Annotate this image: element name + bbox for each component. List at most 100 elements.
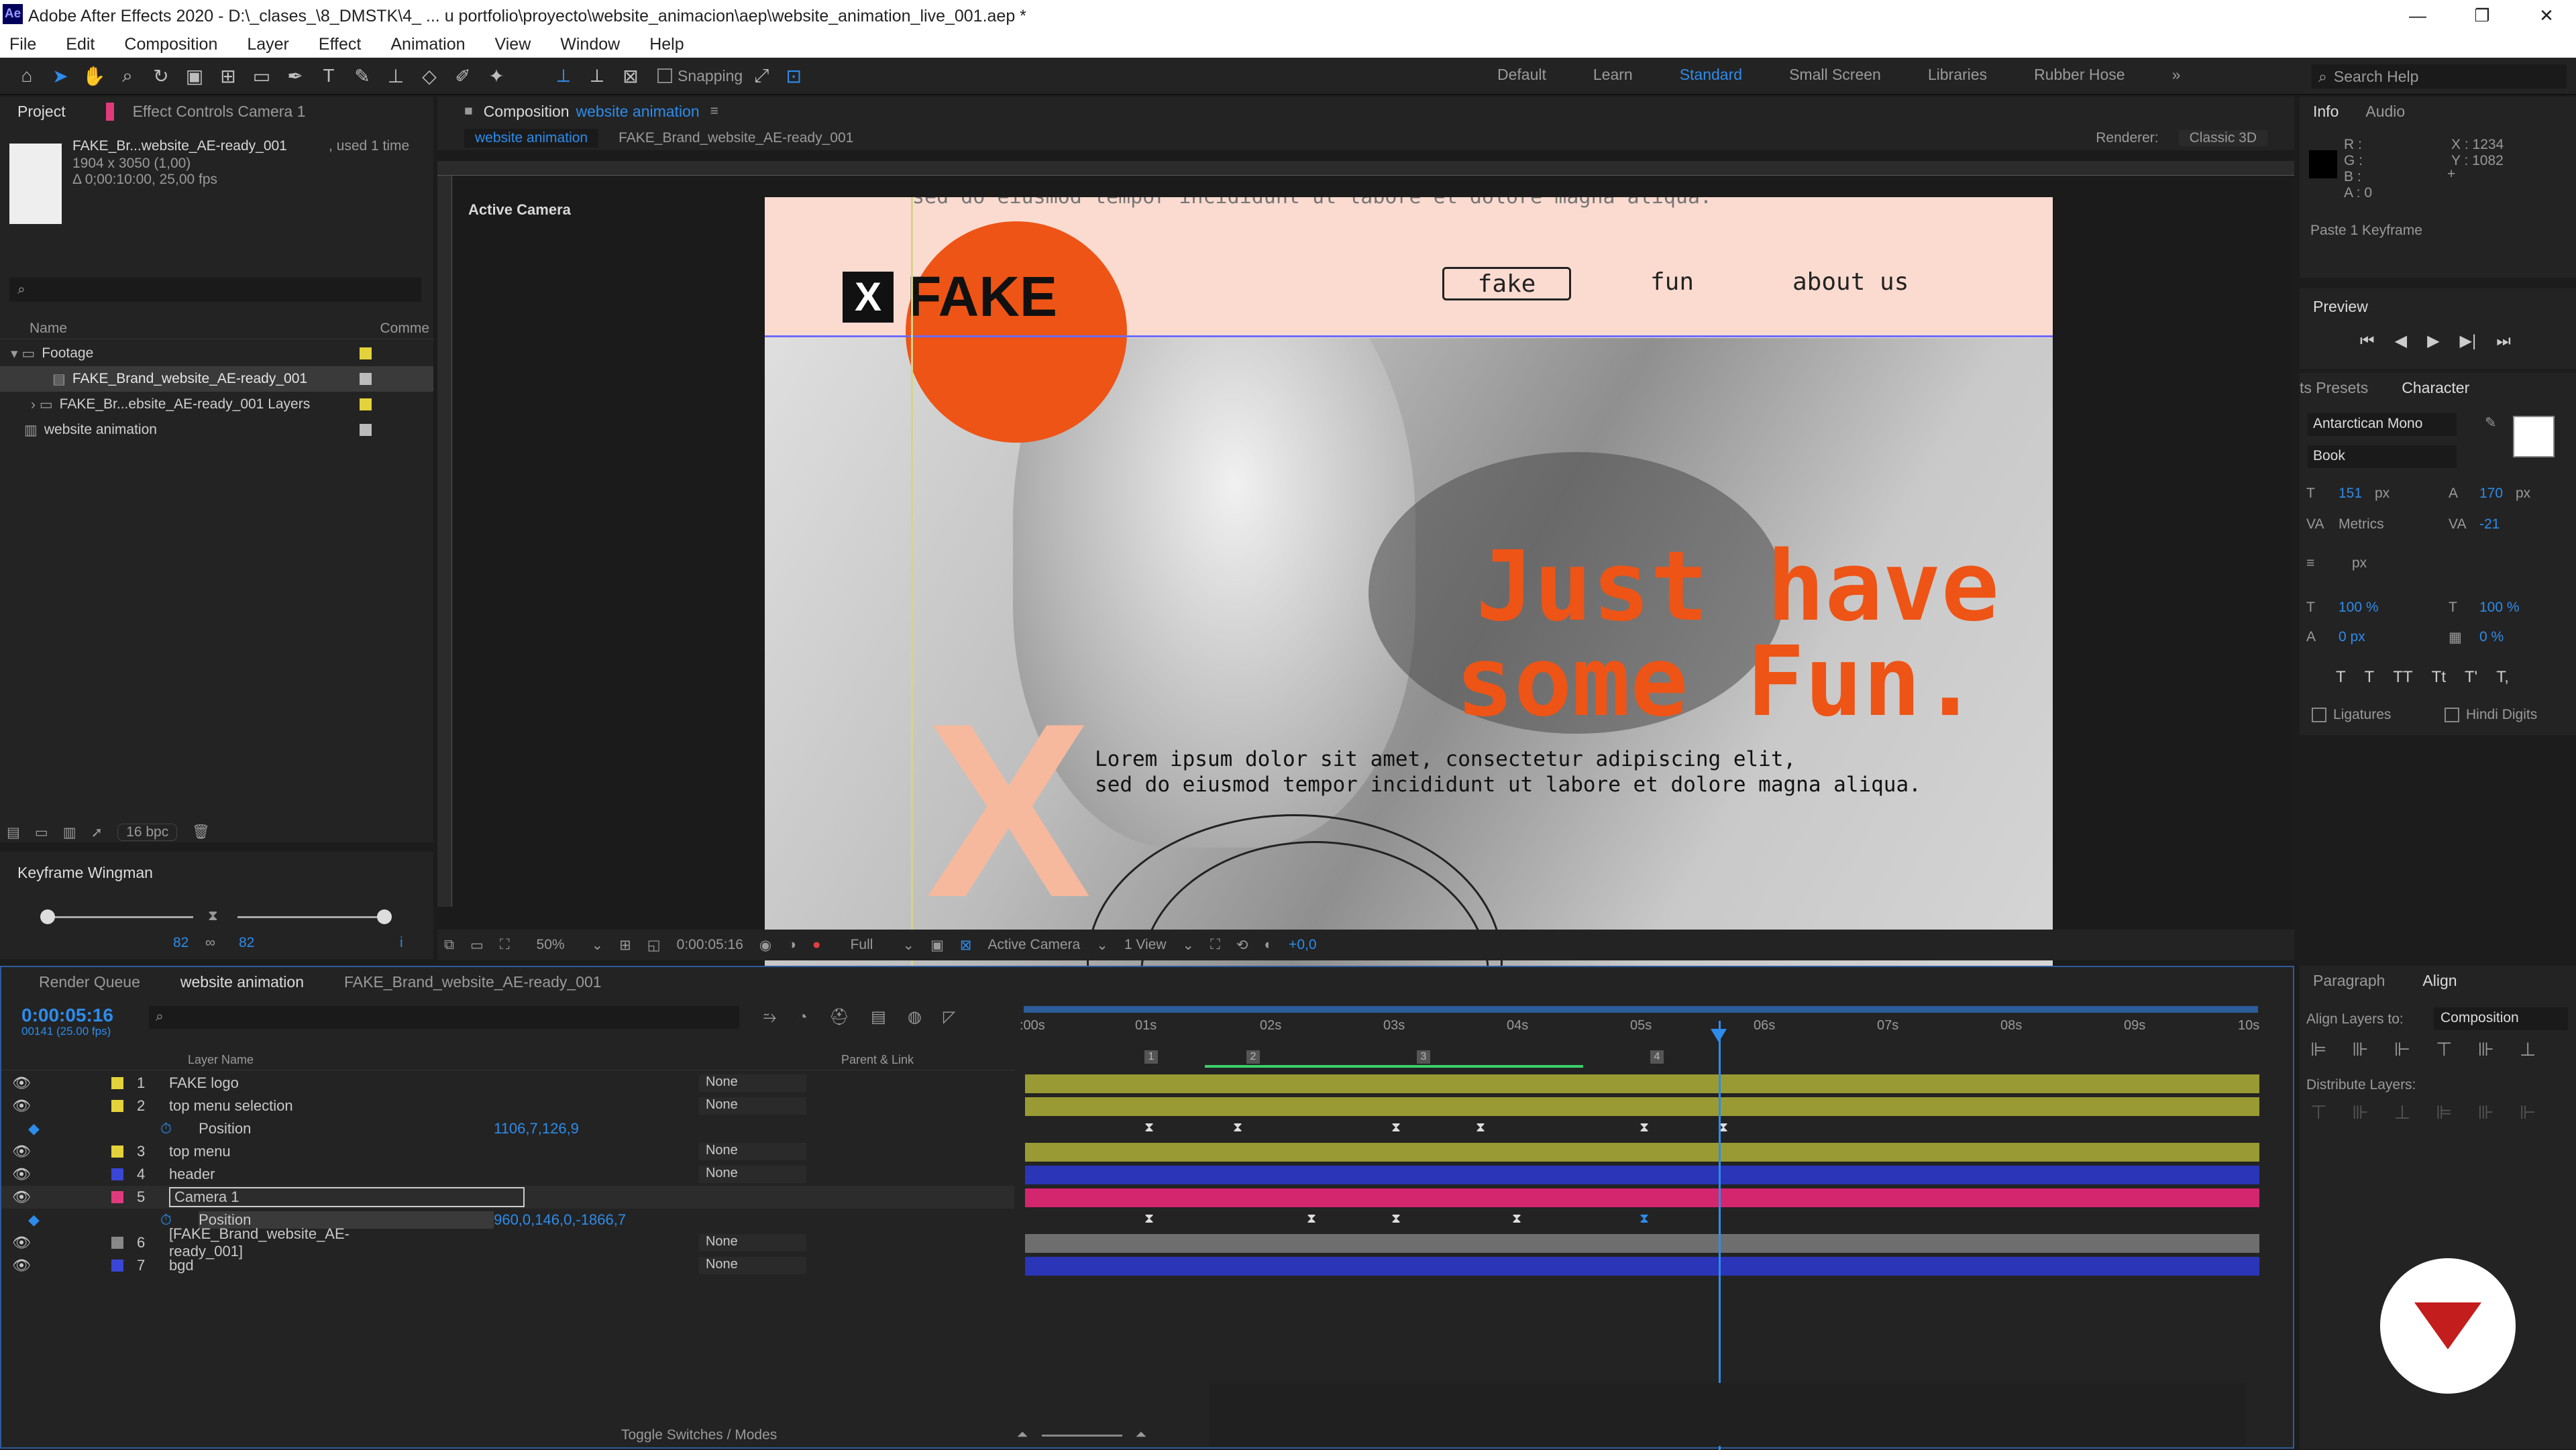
eye-icon[interactable]: 👁 [12, 1074, 31, 1092]
workspace-default[interactable]: Default [1497, 66, 1546, 84]
eye-icon[interactable]: 👁 [12, 1234, 31, 1251]
list-item[interactable]: ▤ FAKE_Brand_website_AE-ready_001 [0, 366, 433, 392]
label-color[interactable] [111, 1168, 123, 1180]
info-icon[interactable]: i [400, 935, 403, 951]
table-row[interactable]: 👁 3 top menu None [1, 1140, 1014, 1163]
eye-icon[interactable]: 👁 [12, 1188, 31, 1206]
camera-select[interactable]: Active Camera [988, 937, 1081, 953]
monitor-icon[interactable]: ▭ [470, 937, 484, 954]
time-ruler[interactable]: :00s 01s 02s 03s 04s 05s 06s 07s 08s 09s… [1017, 1002, 2271, 1076]
parent-select[interactable]: None [698, 1143, 806, 1160]
font-family-select[interactable]: Antarctican Mono [2308, 413, 2457, 436]
fill-color-swatch[interactable] [2513, 416, 2555, 457]
frame-blending-icon[interactable]: ▤ [871, 1007, 886, 1027]
column-parent[interactable]: Parent & Link [841, 1053, 914, 1067]
mask-icon[interactable]: ⛶ [500, 937, 510, 953]
motion-blur-icon[interactable]: ◍ [908, 1007, 922, 1027]
exposure-value[interactable]: +0,0 [1289, 937, 1316, 953]
menu-animation[interactable]: Animation [390, 35, 465, 54]
layer-bar[interactable] [1025, 1166, 2259, 1184]
zoom-in-icon[interactable]: ⏶ [1136, 1427, 1147, 1443]
marker[interactable]: 3 [1417, 1050, 1430, 1064]
resolution-select[interactable]: Full [837, 937, 887, 953]
distribute-vcenter-icon[interactable]: ⊪ [2352, 1101, 2368, 1123]
show-snapshot-icon[interactable]: ◑ [788, 937, 796, 953]
all-caps-button[interactable]: TT [2393, 668, 2412, 687]
axis-view-icon[interactable]: ⊠ [617, 62, 644, 89]
chevron-down-icon[interactable]: ⌄ [1183, 937, 1195, 954]
kerning-value[interactable]: Metrics [2339, 516, 2384, 533]
eyedropper-icon[interactable]: ✎ [2485, 414, 2497, 431]
roto-brush-tool-icon[interactable]: ✐ [449, 62, 476, 89]
project-search-input[interactable]: ⌕ [9, 278, 421, 302]
toggle-pixel-icon[interactable]: ⛶ [1210, 937, 1220, 953]
nav-fun[interactable]: fun [1650, 268, 1694, 296]
table-row[interactable]: ◆ ⏱ Position 960,0,146,0,-1866,7 [1, 1209, 1014, 1231]
align-right-icon[interactable]: ⊩ [2394, 1038, 2410, 1060]
tab-presets[interactable]: ts Presets [2300, 379, 2368, 397]
parent-select[interactable]: None [698, 1257, 806, 1274]
clone-stamp-tool-icon[interactable]: ⊥ [382, 62, 409, 89]
shy-layers-icon[interactable]: ⛑ [829, 1007, 849, 1027]
nav-about-us[interactable]: about us [1792, 268, 1909, 296]
grid-icon[interactable]: ⊞ [619, 937, 631, 954]
tab-paragraph[interactable]: Paragraph [2313, 972, 2385, 990]
menu-layer[interactable]: Layer [247, 35, 289, 54]
menu-effect[interactable]: Effect [319, 35, 361, 54]
faux-bold-button[interactable]: T [2336, 668, 2346, 687]
playhead-handle[interactable] [1711, 1029, 1727, 1042]
composition-viewer[interactable]: sed do eiusmod tempor incididunt ut labo… [765, 197, 2053, 1019]
keyframe-icon[interactable]: ⧗ [1307, 1211, 1316, 1227]
layer-name[interactable]: top menu [169, 1143, 384, 1160]
snap-options-icon[interactable]: ⊡ [780, 62, 807, 89]
tab-effect-controls[interactable]: Effect Controls Camera 1 [105, 102, 305, 121]
layer-name[interactable]: bgd [169, 1257, 384, 1274]
tab-info[interactable]: Info [2313, 103, 2339, 121]
align-bottom-icon[interactable]: ⊥ [2520, 1038, 2536, 1060]
wingman-slider-right[interactable] [237, 916, 384, 918]
tracking-value[interactable]: -21 [2479, 516, 2500, 533]
align-top-icon[interactable]: ⊤ [2436, 1038, 2452, 1060]
label-color[interactable] [111, 1100, 123, 1112]
always-preview-icon[interactable]: ⧉ [444, 937, 454, 953]
table-row[interactable]: ◆ ⏱ Position 1106,7,126,9 [1, 1117, 1014, 1140]
timeline-zoom-slider[interactable] [1041, 1434, 1122, 1437]
workspace-standard[interactable]: Standard [1680, 66, 1742, 84]
slider-handle[interactable] [40, 909, 55, 924]
subscript-button[interactable]: T, [2496, 668, 2509, 687]
layer-bar[interactable] [1025, 1188, 2259, 1207]
vertical-scale-value[interactable]: 100 % [2339, 600, 2379, 616]
last-frame-icon[interactable]: ⏭ [2496, 332, 2511, 351]
close-button[interactable]: ✕ [2517, 0, 2576, 31]
eye-icon[interactable]: 👁 [12, 1166, 31, 1183]
marker[interactable]: 4 [1650, 1050, 1664, 1064]
pen-tool-icon[interactable]: ✒ [282, 62, 309, 89]
workspace-overflow-icon[interactable]: » [2172, 66, 2181, 84]
parent-select[interactable]: None [698, 1074, 806, 1092]
type-tool-icon[interactable]: T [315, 62, 342, 89]
horizontal-scale-value[interactable]: 100 % [2479, 600, 2520, 616]
toggle-switches-modes[interactable]: Toggle Switches / Modes [621, 1427, 777, 1443]
layer-bar[interactable] [1025, 1143, 2259, 1162]
previous-frame-icon[interactable]: ◀ [2395, 331, 2407, 351]
reset-exposure-icon[interactable]: ⟲ [1236, 937, 1248, 954]
color-channel-icon[interactable]: ● [812, 937, 821, 953]
label-color[interactable] [111, 1237, 123, 1249]
panel-menu-icon[interactable]: ≡ [710, 103, 718, 119]
renderer-select[interactable]: Classic 3D [2178, 130, 2267, 146]
timeline-search-input[interactable]: ⌕ [149, 1006, 739, 1029]
transparency-grid-icon[interactable]: ⊠ [960, 937, 972, 954]
new-folder-icon[interactable]: ▭ [35, 824, 48, 841]
table-row[interactable]: 👁 4 header None [1, 1163, 1014, 1186]
distribute-bottom-icon[interactable]: ⊥ [2394, 1101, 2410, 1123]
eye-icon[interactable]: 👁 [12, 1143, 31, 1160]
chevron-down-icon[interactable]: ⌄ [902, 937, 914, 954]
marker[interactable]: 2 [1246, 1050, 1260, 1064]
table-row[interactable]: 👁 5 Camera 1 [1, 1186, 1014, 1209]
align-hcenter-icon[interactable]: ⊪ [2352, 1038, 2368, 1060]
tsume-value[interactable]: 0 % [2479, 629, 2504, 645]
keyframe-navigator-icon[interactable]: ◆ [28, 1211, 40, 1229]
axis-local-icon[interactable]: ⟂ [550, 62, 577, 89]
workspace-learn[interactable]: Learn [1593, 66, 1633, 84]
next-frame-icon[interactable]: ▶| [2460, 331, 2477, 351]
